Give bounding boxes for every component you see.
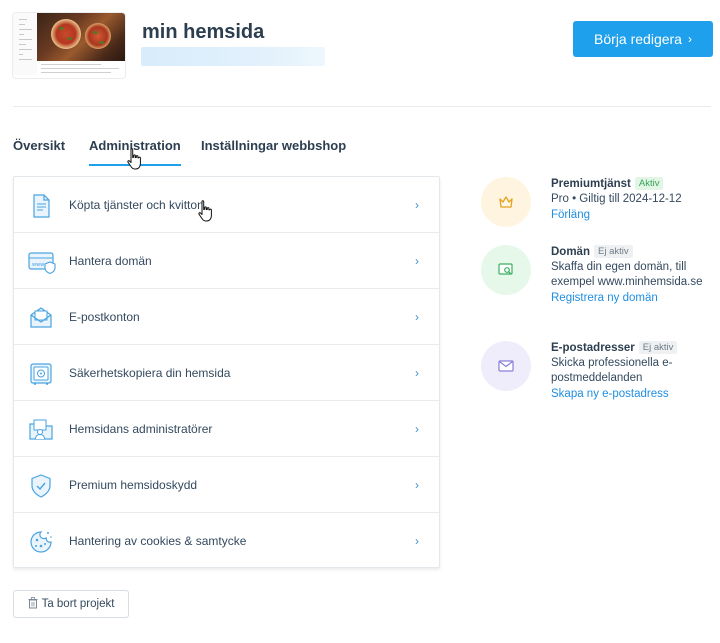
renew-link[interactable]: Förläng (551, 208, 716, 223)
mail-icon (28, 305, 54, 329)
envelope-icon (481, 341, 531, 391)
crown-icon (481, 177, 531, 227)
site-thumbnail[interactable] (13, 13, 125, 78)
admin-item-label: Premium hemsidoskydd (69, 477, 198, 492)
register-domain-link[interactable]: Registrera ny domän (551, 291, 716, 306)
premium-title: Premiumtjänst (551, 178, 631, 190)
admin-item-premium-protection[interactable]: Premium hemsidoskydd › (14, 457, 439, 513)
svg-text:www: www (32, 262, 44, 268)
domain-search-icon (481, 245, 531, 295)
trash-icon (28, 596, 38, 612)
status-badge: Ej aktiv (593, 245, 633, 258)
thumbnail-pizza-image (37, 13, 125, 61)
chevron-right-icon: › (415, 253, 419, 268)
chevron-right-icon: › (415, 197, 419, 212)
admin-item-label: E-postkonton (69, 309, 140, 324)
chevron-right-icon: › (687, 32, 692, 46)
chevron-right-icon: › (415, 365, 419, 380)
domain-title: Domän (551, 246, 590, 258)
tab-webshop-settings[interactable]: Inställningar webbshop (201, 138, 346, 153)
admin-item-label: Hantering av cookies & samtycke (69, 534, 247, 548)
admin-item-label: Säkerhetskopiera din hemsida (69, 365, 231, 380)
admin-item-backup[interactable]: Säkerhetskopiera din hemsida › (14, 345, 439, 401)
email-detail: Skicka professionella e-postmeddelanden (551, 357, 673, 384)
email-title: E-postadresser (551, 342, 635, 354)
domain-detail: Skaffa din egen domän, till exempel www.… (551, 261, 703, 288)
start-editing-label: Börja redigera (594, 31, 682, 47)
receipt-icon (28, 193, 54, 218)
admin-item-label: Hemsidans administratörer (69, 421, 213, 436)
cookie-icon (28, 529, 54, 553)
chevron-right-icon: › (415, 534, 419, 548)
chevron-right-icon: › (415, 421, 419, 436)
delete-project-button[interactable]: Ta bort projekt (13, 590, 129, 618)
admin-item-administrators[interactable]: Hemsidans administratörer › (14, 401, 439, 457)
premium-detail: Pro • Giltig till 2024-12-12 (551, 193, 682, 205)
status-badge: Ej aktiv (638, 341, 678, 354)
delete-project-label: Ta bort projekt (41, 598, 115, 610)
chevron-right-icon: › (415, 477, 419, 492)
admin-item-manage-domain[interactable]: www Hantera domän › (14, 233, 439, 289)
thumbnail-text-rows (41, 64, 123, 76)
start-editing-button[interactable]: Börja redigera › (573, 21, 713, 57)
tab-administration[interactable]: Administration (89, 138, 181, 166)
admin-item-cookies[interactable]: Hantering av cookies & samtycke › (14, 513, 439, 569)
site-title: min hemsida (142, 21, 265, 43)
administration-list: Köpta tjänster och kvitton › www Hantera… (13, 176, 440, 568)
create-email-link[interactable]: Skapa ny e-postadress (551, 387, 716, 402)
chevron-right-icon: › (415, 309, 419, 324)
tab-overview[interactable]: Översikt (13, 138, 65, 153)
admin-item-label: Hantera domän (69, 253, 152, 268)
admin-item-purchased-services[interactable]: Köpta tjänster och kvitton › (14, 177, 439, 233)
shield-icon (28, 473, 54, 498)
admin-item-label: Köpta tjänster och kvitton (69, 197, 204, 212)
admin-folder-icon (28, 417, 54, 441)
site-url-placeholder (141, 47, 325, 66)
thumbnail-document-strip (13, 13, 37, 75)
header-divider (13, 106, 711, 107)
safe-icon (28, 361, 54, 385)
domain-icon: www (28, 249, 56, 275)
status-badge: Aktiv (634, 177, 664, 190)
admin-item-email-accounts[interactable]: E-postkonton › (14, 289, 439, 345)
